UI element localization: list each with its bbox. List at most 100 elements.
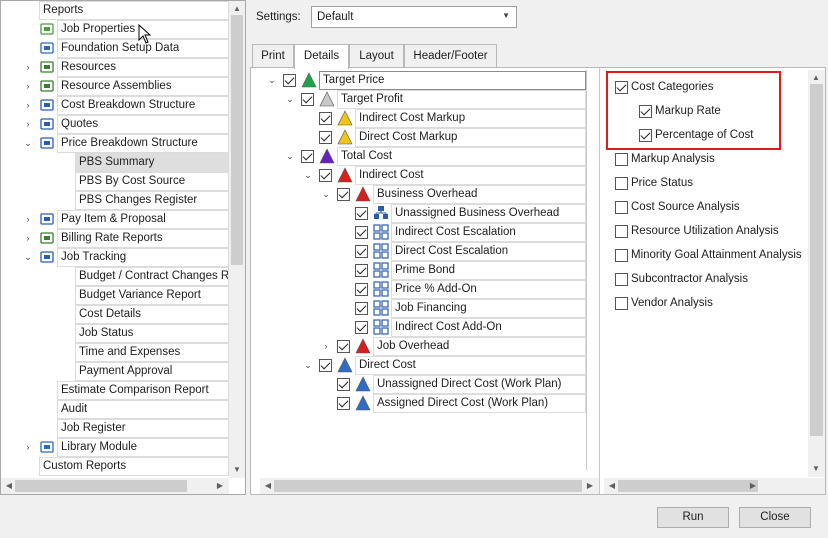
detail-tree-node[interactable]: Unassigned Business Overhead	[260, 204, 586, 223]
chevron-down-icon[interactable]: ⌄	[285, 90, 295, 109]
report-tree-item[interactable]: Foundation Setup Data	[1, 39, 229, 58]
option-checkbox[interactable]	[615, 201, 628, 214]
detail-tree-node[interactable]: Prime Bond	[260, 261, 586, 280]
options-hscrollbar[interactable]: ◀ ▶	[604, 478, 825, 494]
report-tree-item[interactable]: › Cost Breakdown Structure	[1, 96, 229, 115]
report-tree-item[interactable]: Budget / Contract Changes Rep	[1, 267, 229, 286]
report-tree-item[interactable]: › Billing Rate Reports	[1, 229, 229, 248]
close-button[interactable]: Close	[739, 507, 811, 528]
report-tree-vscrollbar[interactable]: ▲ ▼	[229, 1, 245, 478]
detail-tree-node[interactable]: Job Financing	[260, 299, 586, 318]
option-item[interactable]: Cost Source Analysis	[604, 198, 807, 217]
detail-tree-node[interactable]: Assigned Direct Cost (Work Plan)	[260, 394, 586, 413]
detail-node-checkbox[interactable]	[355, 283, 368, 296]
detail-tree-node[interactable]: Direct Cost Escalation	[260, 242, 586, 261]
option-item[interactable]: Markup Analysis	[604, 150, 807, 169]
report-tree-hscrollbar[interactable]: ◀ ▶	[1, 478, 229, 494]
chevron-right-icon[interactable]: ›	[23, 229, 33, 248]
scroll-left-arrow-icon[interactable]: ◀	[605, 481, 619, 491]
report-tree-item[interactable]: ⌄ Price Breakdown Structure	[1, 134, 229, 153]
option-checkbox[interactable]	[615, 273, 628, 286]
detail-node-checkbox[interactable]	[355, 321, 368, 334]
chevron-right-icon[interactable]: ›	[23, 96, 33, 115]
option-checkbox[interactable]	[615, 153, 628, 166]
detail-tree-node[interactable]: Price % Add-On	[260, 280, 586, 299]
detail-tree-node[interactable]: Direct Cost Markup	[260, 128, 586, 147]
detail-node-checkbox[interactable]	[319, 359, 332, 372]
report-tree-item[interactable]: Time and Expenses	[1, 343, 229, 362]
tab-details[interactable]: Details	[294, 44, 349, 69]
report-tree-item[interactable]: Budget Variance Report	[1, 286, 229, 305]
detail-node-checkbox[interactable]	[355, 207, 368, 220]
chevron-down-icon[interactable]: ⌄	[321, 185, 331, 204]
report-tree-item[interactable]: › Resource Assemblies	[1, 77, 229, 96]
tab-print[interactable]: Print	[252, 44, 294, 68]
scroll-thumb[interactable]	[231, 15, 243, 265]
chevron-down-icon[interactable]: ⌄	[303, 166, 313, 185]
option-checkbox[interactable]	[615, 177, 628, 190]
chevron-right-icon[interactable]: ›	[23, 115, 33, 134]
report-tree-item[interactable]: PBS Changes Register	[1, 191, 229, 210]
detail-node-checkbox[interactable]	[355, 226, 368, 239]
option-item[interactable]: Price Status	[604, 174, 807, 193]
chevron-down-icon[interactable]: ⌄	[285, 147, 295, 166]
report-tree-item[interactable]: PBS By Cost Source	[1, 172, 229, 191]
hscroll-thumb[interactable]	[15, 480, 187, 492]
report-tree-item[interactable]: › Pay Item & Proposal	[1, 210, 229, 229]
report-tree-item[interactable]: PBS Summary	[1, 153, 229, 172]
option-item[interactable]: Vendor Analysis	[604, 294, 807, 313]
detail-node-checkbox[interactable]	[355, 245, 368, 258]
detail-node-checkbox[interactable]	[337, 378, 350, 391]
report-tree-item[interactable]: Cost Details	[1, 305, 229, 324]
detail-tree-node[interactable]: ⌄ Target Price	[260, 71, 586, 90]
detail-node-checkbox[interactable]	[319, 112, 332, 125]
option-item[interactable]: Resource Utilization Analysis	[604, 222, 807, 241]
detail-tree-node[interactable]: ⌄ Target Profit	[260, 90, 586, 109]
settings-dropdown[interactable]: Default ▼	[311, 6, 517, 28]
scroll-up-arrow-icon[interactable]: ▲	[230, 4, 244, 14]
detail-node-checkbox[interactable]	[355, 264, 368, 277]
chevron-down-icon[interactable]: ⌄	[23, 248, 33, 267]
detail-tree-node[interactable]: Indirect Cost Markup	[260, 109, 586, 128]
chevron-down-icon[interactable]: ⌄	[303, 356, 313, 375]
scroll-thumb[interactable]	[810, 84, 823, 436]
scroll-left-arrow-icon[interactable]: ◀	[261, 481, 275, 491]
report-tree-item[interactable]: Payment Approval	[1, 362, 229, 381]
tab-header-footer[interactable]: Header/Footer	[404, 44, 497, 68]
chevron-down-icon[interactable]: ⌄	[23, 134, 33, 153]
detail-tree-node[interactable]: Unassigned Direct Cost (Work Plan)	[260, 375, 586, 394]
option-checkbox[interactable]	[615, 297, 628, 310]
detail-tree-node[interactable]: ⌄ Total Cost	[260, 147, 586, 166]
scroll-down-arrow-icon[interactable]: ▼	[230, 465, 244, 475]
tab-layout[interactable]: Layout	[349, 44, 404, 68]
detail-node-checkbox[interactable]	[337, 340, 350, 353]
report-tree-item[interactable]: Job Status	[1, 324, 229, 343]
scroll-right-arrow-icon[interactable]: ▶	[583, 481, 597, 491]
chevron-right-icon[interactable]: ›	[23, 77, 33, 96]
option-checkbox[interactable]	[615, 225, 628, 238]
option-checkbox[interactable]	[615, 249, 628, 262]
chevron-right-icon[interactable]: ›	[23, 210, 33, 229]
detail-node-checkbox[interactable]	[337, 397, 350, 410]
chevron-right-icon[interactable]: ›	[321, 337, 331, 356]
option-item[interactable]: Minority Goal Attainment Analysis	[604, 246, 807, 265]
detail-tree-node[interactable]: › Job Overhead	[260, 337, 586, 356]
detail-tree-node[interactable]: ⌄ Direct Cost	[260, 356, 586, 375]
detail-node-checkbox[interactable]	[337, 188, 350, 201]
report-tree-item[interactable]: Job Register	[1, 419, 229, 438]
report-tree-item[interactable]: ⌄ Job Tracking	[1, 248, 229, 267]
detail-node-checkbox[interactable]	[319, 169, 332, 182]
scroll-up-arrow-icon[interactable]: ▲	[809, 73, 823, 83]
chevron-right-icon[interactable]: ›	[23, 438, 33, 457]
option-item[interactable]: Subcontractor Analysis	[604, 270, 807, 289]
detail-tree-hscrollbar[interactable]: ◀ ▶	[260, 478, 599, 494]
detail-node-checkbox[interactable]	[301, 93, 314, 106]
report-tree-item[interactable]: › Resources	[1, 58, 229, 77]
scroll-down-arrow-icon[interactable]: ▼	[809, 464, 823, 474]
chevron-down-icon[interactable]: ⌄	[267, 71, 277, 90]
report-tree-item[interactable]: Reports	[1, 1, 229, 20]
scroll-right-arrow-icon[interactable]: ▶	[213, 481, 227, 491]
detail-node-checkbox[interactable]	[301, 150, 314, 163]
report-tree-item[interactable]: Job Properties	[1, 20, 229, 39]
detail-node-checkbox[interactable]	[355, 302, 368, 315]
